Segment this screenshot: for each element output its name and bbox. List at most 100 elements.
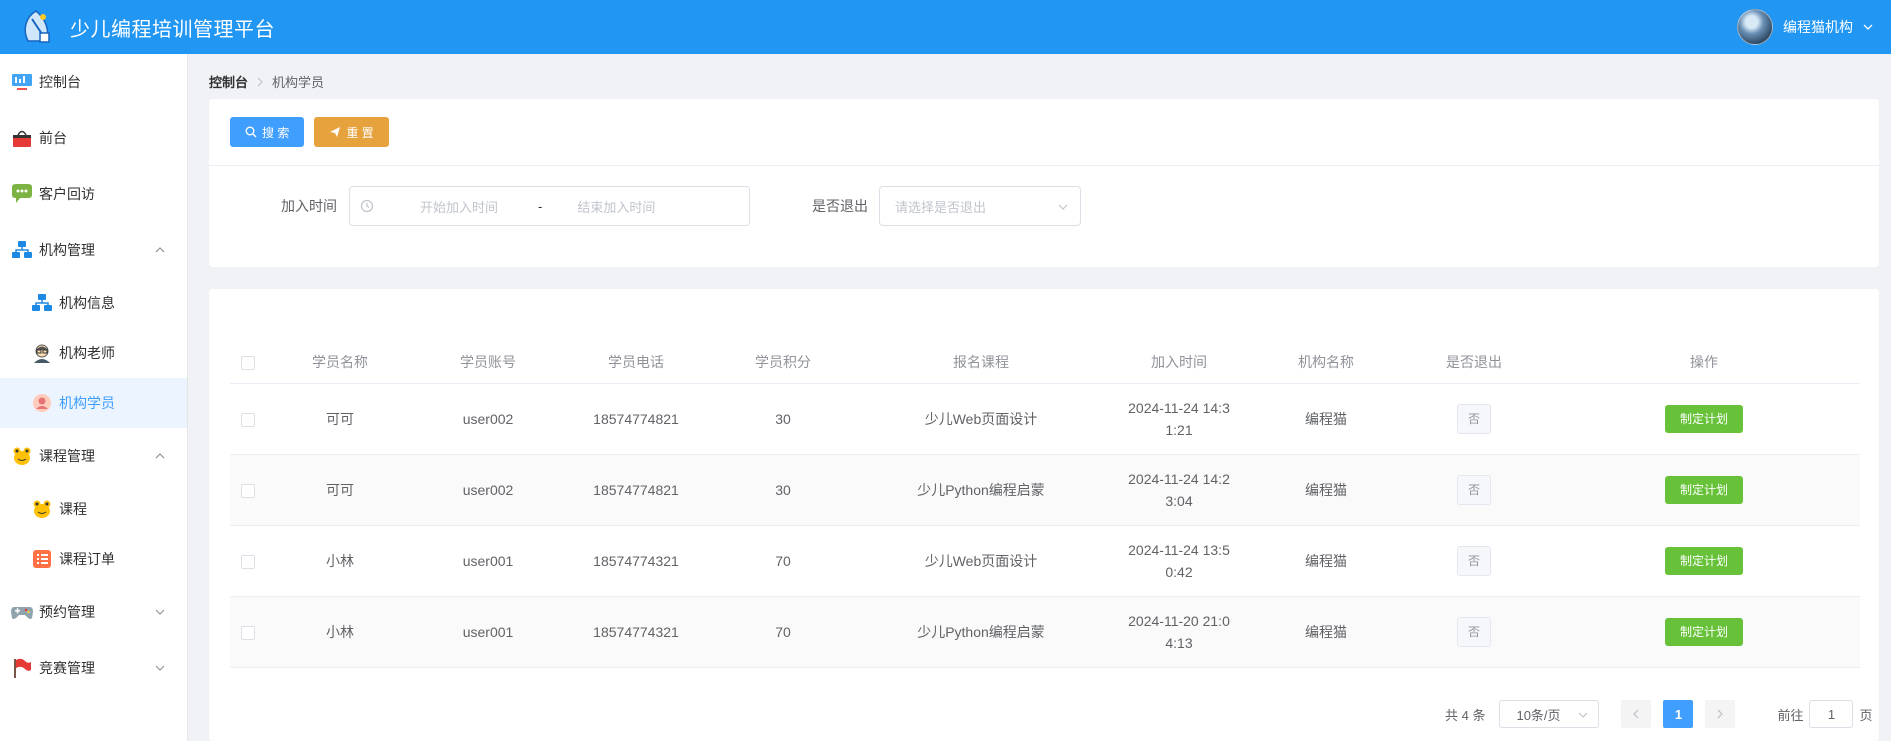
column-header[interactable]: 报名课程 [856, 341, 1106, 384]
frog-icon [10, 444, 34, 468]
make-plan-button[interactable]: 制定计划 [1664, 404, 1743, 433]
end-date-input[interactable]: 结束加入时间 [577, 197, 655, 216]
page-number-button[interactable]: 1 [1663, 700, 1694, 728]
join-time-range-picker[interactable]: 开始加入时间 - 结束加入时间 [349, 186, 750, 226]
sidebar-item-appointment-management[interactable]: 预约管理 [0, 584, 187, 640]
prev-page-button[interactable] [1621, 700, 1652, 728]
make-plan-button[interactable]: 制定计划 [1664, 617, 1743, 646]
sidebar-item-label: 客户回访 [39, 186, 95, 202]
student-icon [30, 391, 54, 415]
sidebar-item-org-teachers[interactable]: 机构老师 [0, 328, 187, 378]
column-header[interactable]: 加入时间 [1106, 341, 1252, 384]
student-points-cell: 30 [710, 383, 856, 455]
student-points-cell: 70 [710, 525, 856, 597]
column-header[interactable]: 学员积分 [710, 341, 856, 384]
chevron-right-icon [1718, 709, 1724, 719]
page-unit-label: 页 [1859, 707, 1873, 723]
sidebar-item-label: 课程 [59, 501, 87, 517]
column-header[interactable]: 学员电话 [562, 341, 710, 384]
sidebar: 控制台 前台 客户回访 机构管理 机构信息 机构老师 机构学员 课程管理 课程 … [0, 54, 188, 741]
sidebar-item-label: 机构学员 [59, 395, 115, 411]
sidebar-item-front-desk[interactable]: 前台 [0, 110, 187, 166]
row-checkbox[interactable] [241, 412, 255, 427]
clock-icon [360, 199, 374, 213]
user-name[interactable]: 编程猫机构 [1783, 17, 1853, 37]
org-name-cell: 编程猫 [1252, 383, 1400, 455]
sidebar-item-customer-visit[interactable]: 客户回访 [0, 166, 187, 222]
table-row[interactable]: 可可 user002 18574774821 30 少儿Web页面设计 2024… [230, 383, 1860, 455]
avatar[interactable] [1737, 9, 1773, 45]
column-header: 操作 [1548, 341, 1860, 384]
column-header[interactable]: 是否退出 [1400, 341, 1548, 384]
quit-status-badge: 否 [1457, 474, 1491, 505]
row-checkbox[interactable] [241, 554, 255, 569]
start-date-input[interactable]: 开始加入时间 [420, 197, 530, 216]
quit-status-badge: 否 [1457, 545, 1491, 576]
search-button[interactable]: 搜 索 [230, 117, 305, 147]
sidebar-item-label: 竞赛管理 [39, 660, 95, 676]
user-menu[interactable]: 编程猫机构 [1737, 8, 1873, 46]
student-phone-cell: 18574774321 [562, 596, 710, 668]
student-table-panel: 学员名称 学员账号 学员电话 学员积分 报名课程 加入时间 机构名称 是否退出 … [209, 289, 1879, 741]
quit-select[interactable]: 请选择是否退出 [879, 186, 1081, 226]
chat-icon [10, 182, 34, 206]
student-phone-cell: 18574774321 [562, 525, 710, 597]
table-row[interactable]: 小林 user001 18574774321 70 少儿Python编程启蒙 2… [230, 596, 1860, 668]
course-cell: 少儿Web页面设计 [856, 525, 1106, 597]
page-size-select[interactable]: 10条/页 [1499, 700, 1600, 728]
sidebar-item-label: 预约管理 [39, 604, 95, 620]
top-header: 少儿编程培训管理平台 编程猫机构 [0, 0, 1891, 54]
search-panel: 搜 索 重 置 加入时间 开始加入时间 - 结束加入时间 是否退出 请选择是否退… [209, 99, 1879, 267]
student-account-cell: user002 [414, 383, 562, 455]
sidebar-item-org-info[interactable]: 机构信息 [0, 278, 187, 328]
column-header[interactable]: 学员名称 [266, 341, 414, 384]
sidebar-item-courses[interactable]: 课程 [0, 484, 187, 534]
range-separator: - [538, 198, 543, 214]
column-header[interactable]: 学员账号 [414, 341, 562, 384]
sidebar-item-course-management[interactable]: 课程管理 [0, 428, 187, 484]
pagination-total: 共 4 条 [1445, 707, 1486, 723]
sidebar-item-competition-management[interactable]: 竞赛管理 [0, 640, 187, 696]
make-plan-button[interactable]: 制定计划 [1664, 475, 1743, 504]
goto-label: 前往 [1777, 707, 1804, 723]
sidebar-item-org-management[interactable]: 机构管理 [0, 222, 187, 278]
sidebar-item-org-students[interactable]: 机构学员 [0, 378, 187, 428]
gamepad-icon [10, 600, 34, 624]
student-name-cell: 小林 [266, 596, 414, 668]
student-account-cell: user001 [414, 596, 562, 668]
dashboard-icon [10, 70, 34, 94]
student-phone-cell: 18574774821 [562, 383, 710, 455]
breadcrumb-root[interactable]: 控制台 [209, 72, 248, 91]
make-plan-button[interactable]: 制定计划 [1664, 546, 1743, 575]
table-row[interactable]: 可可 user002 18574774821 30 少儿Python编程启蒙 2… [230, 454, 1860, 526]
chevron-down-icon [1058, 204, 1068, 210]
app-logo-icon [14, 5, 58, 49]
select-all-checkbox[interactable] [241, 355, 255, 370]
send-icon [330, 127, 341, 137]
table-header-row: 学员名称 学员账号 学员电话 学员积分 报名课程 加入时间 机构名称 是否退出 … [230, 341, 1860, 384]
column-header[interactable]: 机构名称 [1252, 341, 1400, 384]
student-points-cell: 30 [710, 454, 856, 526]
goto-page-input[interactable] [1809, 700, 1854, 728]
sidebar-item-course-orders[interactable]: 课程订单 [0, 534, 187, 584]
sidebar-item-dashboard[interactable]: 控制台 [0, 54, 187, 110]
next-page-button[interactable] [1705, 700, 1736, 728]
org-name-cell: 编程猫 [1252, 525, 1400, 597]
sidebar-item-label: 机构信息 [59, 295, 115, 311]
join-time-cell: 2024-11-24 14:31:21 [1128, 399, 1230, 438]
student-account-cell: user001 [414, 525, 562, 597]
student-points-cell: 70 [710, 596, 856, 668]
sidebar-item-label: 控制台 [39, 74, 81, 90]
chevron-down-icon[interactable] [1863, 22, 1873, 32]
org-name-cell: 编程猫 [1252, 454, 1400, 526]
chevron-up-icon [155, 453, 165, 459]
reset-button[interactable]: 重 置 [314, 117, 389, 147]
row-checkbox[interactable] [241, 483, 255, 498]
row-checkbox[interactable] [241, 625, 255, 640]
search-icon [245, 126, 257, 138]
sidebar-item-label: 前台 [39, 130, 67, 146]
page-size-value: 10条/页 [1516, 707, 1561, 723]
table-row[interactable]: 小林 user001 18574774321 70 少儿Web页面设计 2024… [230, 525, 1860, 597]
sidebar-item-label: 课程管理 [39, 448, 95, 464]
student-name-cell: 小林 [266, 525, 414, 597]
